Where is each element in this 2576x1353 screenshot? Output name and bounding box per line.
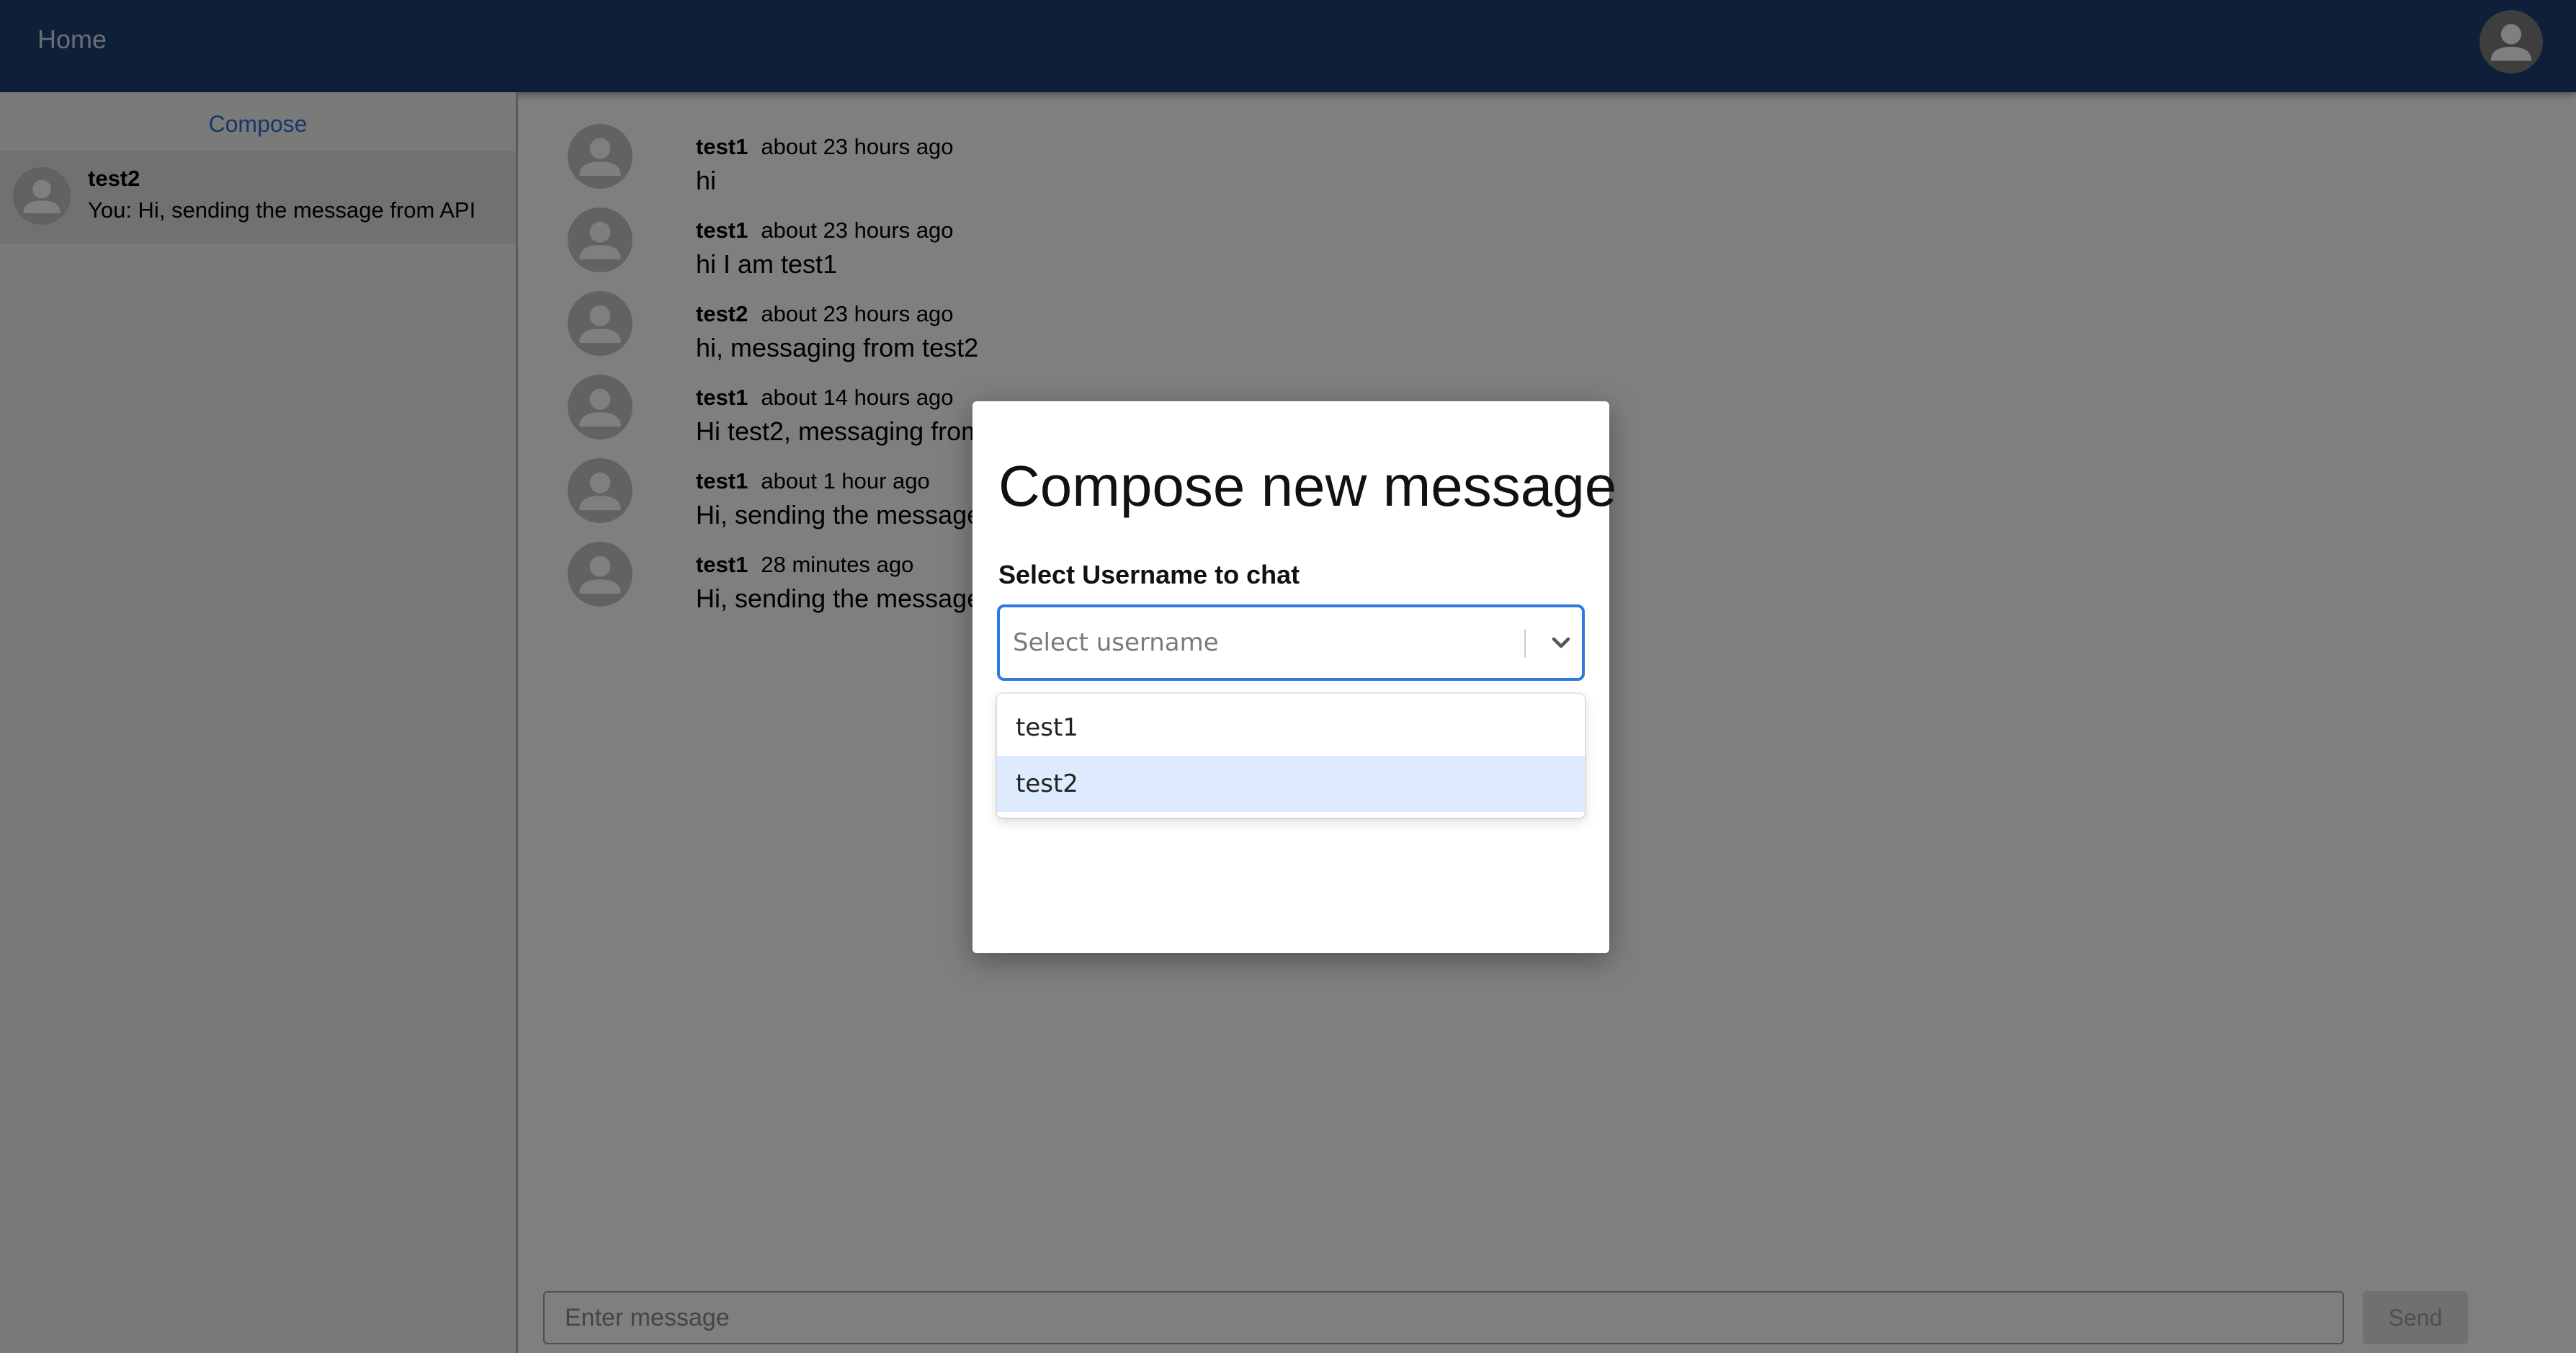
option-test1[interactable]: test1 xyxy=(997,700,1585,756)
username-field-label: Select Username to chat xyxy=(998,560,1300,589)
username-select-input[interactable] xyxy=(1013,607,1503,678)
compose-modal: Compose new message Select Username to c… xyxy=(972,401,1616,953)
chevron-down-icon[interactable] xyxy=(1544,626,1578,659)
modal-title: Compose new message xyxy=(998,454,1617,518)
select-separator xyxy=(1524,629,1526,658)
modal-backdrop[interactable]: Compose new message Select Username to c… xyxy=(0,0,2576,1353)
username-select[interactable] xyxy=(997,604,1585,681)
username-options-menu: test1 test2 xyxy=(997,694,1585,818)
option-test2[interactable]: test2 xyxy=(997,756,1585,812)
